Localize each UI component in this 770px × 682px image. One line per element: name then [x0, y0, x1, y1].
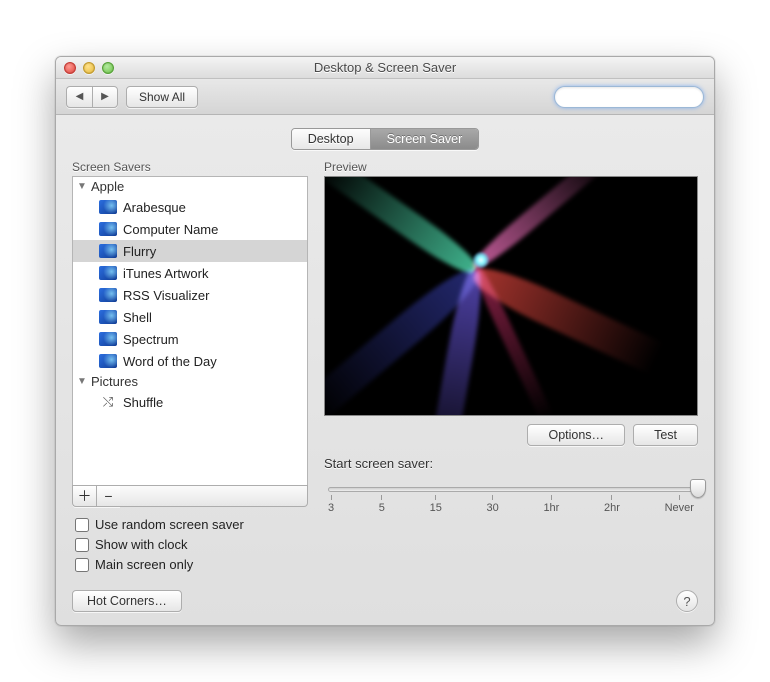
toolbar: ◀ ▶ Show All — [56, 79, 714, 115]
source-group-header[interactable]: ▼ Apple — [73, 177, 307, 196]
options-label: Options… — [548, 428, 604, 442]
screensaver-icon — [99, 332, 117, 346]
slider-label: Start screen saver: — [324, 456, 698, 471]
forward-button[interactable]: ▶ — [92, 86, 118, 108]
screensaver-icon — [99, 354, 117, 368]
search-field[interactable] — [554, 86, 704, 108]
source-group-header[interactable]: ▼ Pictures — [73, 372, 307, 391]
start-slider[interactable]: 3 5 15 30 1hr 2hr Never — [324, 477, 698, 517]
list-item[interactable]: Flurry — [73, 240, 307, 262]
prefpane-window: Desktop & Screen Saver ◀ ▶ Show All Desk… — [55, 56, 715, 626]
list-item[interactable]: ⤭ Shuffle — [73, 391, 307, 413]
help-button[interactable]: ? — [676, 590, 698, 612]
add-remove-fill — [120, 485, 308, 507]
preview-area — [324, 176, 698, 416]
chevron-right-icon: ▶ — [101, 91, 109, 102]
footer-right: ? — [324, 572, 698, 612]
screensaver-icon — [99, 244, 117, 258]
main-check-row[interactable]: Main screen only — [75, 557, 308, 572]
show-all-label: Show All — [139, 90, 185, 104]
screensaver-icon — [99, 200, 117, 214]
slider-tick: 2hr — [604, 501, 620, 514]
list-item[interactable]: RSS Visualizer — [73, 284, 307, 306]
item-label: Word of the Day — [123, 354, 217, 369]
slider-tick: 5 — [379, 501, 385, 514]
screensaver-icon — [99, 288, 117, 302]
add-remove-bar: ＋ − — [72, 485, 308, 507]
item-label: Shuffle — [123, 395, 163, 410]
checkbox-group: Use random screen saver Show with clock … — [72, 517, 308, 572]
random-check-row[interactable]: Use random screen saver — [75, 517, 308, 532]
test-button[interactable]: Test — [633, 424, 698, 446]
test-label: Test — [654, 428, 677, 442]
content-area: Screen Savers ▼ Apple Arabesque Computer Na… — [56, 150, 714, 625]
slider-track — [328, 487, 694, 492]
tab-screensaver[interactable]: Screen Saver — [370, 129, 479, 149]
tab-desktop[interactable]: Desktop — [292, 129, 370, 149]
random-label: Use random screen saver — [95, 517, 244, 532]
flurry-graphic — [325, 177, 697, 415]
footer-left: Hot Corners… — [72, 572, 308, 612]
slider-ticks: 3 5 15 30 1hr 2hr Never — [328, 501, 694, 514]
hot-corners-button[interactable]: Hot Corners… — [72, 590, 182, 612]
slider-tick: Never — [665, 501, 694, 514]
source-title: Screen Savers — [72, 160, 308, 174]
window-title: Desktop & Screen Saver — [56, 60, 714, 75]
list-item[interactable]: Spectrum — [73, 328, 307, 350]
preview-label: Preview — [324, 160, 698, 174]
right-column: Preview Options… Test Start screen saver… — [324, 160, 698, 612]
disclosure-triangle-icon: ▼ — [77, 376, 87, 387]
shuffle-icon: ⤭ — [99, 395, 117, 409]
left-column: Screen Savers ▼ Apple Arabesque Computer Na… — [72, 160, 308, 612]
group-name: Pictures — [91, 374, 138, 389]
item-label: Shell — [123, 310, 152, 325]
show-all-button[interactable]: Show All — [126, 86, 198, 108]
hot-corners-label: Hot Corners… — [87, 594, 167, 608]
item-label: RSS Visualizer — [123, 288, 209, 303]
slider-tick: 30 — [487, 501, 499, 514]
clock-check-row[interactable]: Show with clock — [75, 537, 308, 552]
slider-knob[interactable] — [690, 479, 706, 498]
preview-buttons: Options… Test — [324, 424, 698, 446]
main-label: Main screen only — [95, 557, 193, 572]
screensaver-icon — [99, 266, 117, 280]
remove-button[interactable]: − — [96, 485, 120, 507]
screensaver-icon — [99, 222, 117, 236]
disclosure-triangle-icon: ▼ — [77, 181, 87, 192]
slider-tick: 1hr — [543, 501, 559, 514]
screensaver-icon — [99, 310, 117, 324]
item-label: iTunes Artwork — [123, 266, 209, 281]
list-item[interactable]: Computer Name — [73, 218, 307, 240]
add-button[interactable]: ＋ — [72, 485, 96, 507]
clock-checkbox[interactable] — [75, 538, 89, 552]
random-checkbox[interactable] — [75, 518, 89, 532]
chevron-left-icon: ◀ — [76, 91, 84, 102]
titlebar[interactable]: Desktop & Screen Saver — [56, 57, 714, 79]
back-button[interactable]: ◀ — [66, 86, 92, 108]
item-label: Flurry — [123, 244, 156, 259]
clock-label: Show with clock — [95, 537, 187, 552]
list-item[interactable]: Arabesque — [73, 196, 307, 218]
item-label: Computer Name — [123, 222, 218, 237]
main-checkbox[interactable] — [75, 558, 89, 572]
options-button[interactable]: Options… — [527, 424, 625, 446]
tab-row: Desktop Screen Saver — [56, 128, 714, 150]
search-input[interactable] — [564, 90, 715, 104]
screensaver-list[interactable]: ▼ Apple Arabesque Computer Name Flurry iTunes… — [72, 176, 308, 485]
list-item[interactable]: Shell — [73, 306, 307, 328]
item-label: Arabesque — [123, 200, 186, 215]
list-item[interactable]: Word of the Day — [73, 350, 307, 372]
nav-group: ◀ ▶ — [66, 86, 118, 108]
list-item[interactable]: iTunes Artwork — [73, 262, 307, 284]
slider-tick: 3 — [328, 501, 334, 514]
group-name: Apple — [91, 179, 124, 194]
tab-segment: Desktop Screen Saver — [291, 128, 480, 150]
slider-tick: 15 — [430, 501, 442, 514]
item-label: Spectrum — [123, 332, 179, 347]
